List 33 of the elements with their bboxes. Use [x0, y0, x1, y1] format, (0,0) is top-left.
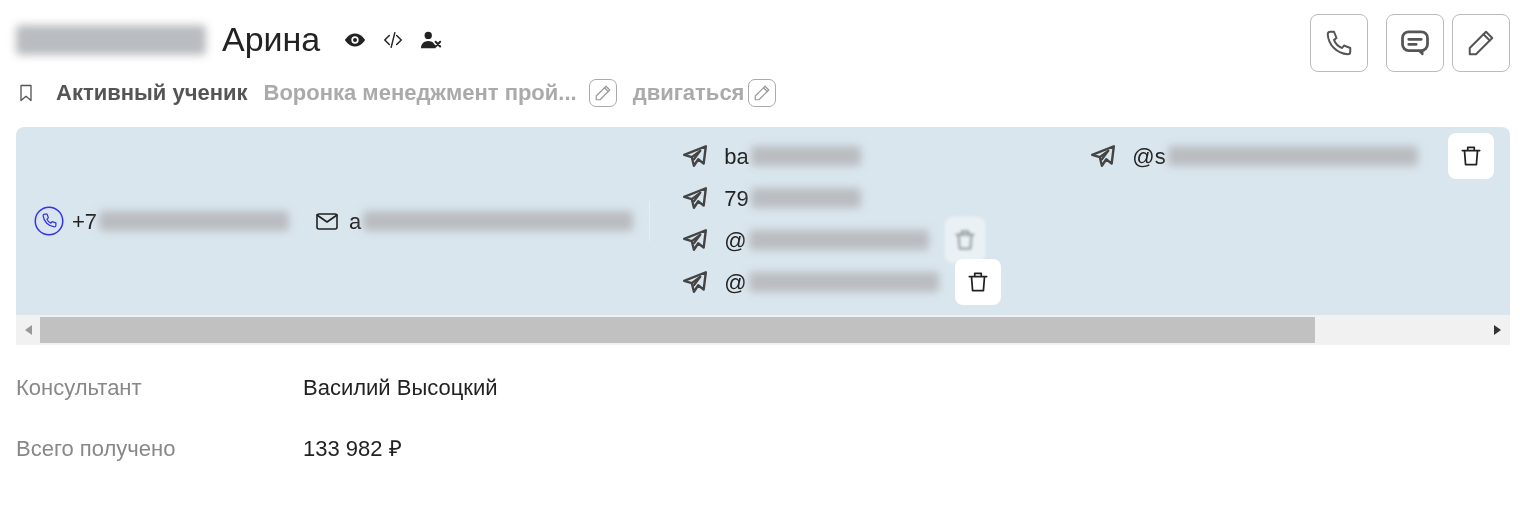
telegram-icon [682, 269, 709, 295]
funnel-label: Воронка менеджмент прой... [263, 79, 577, 107]
phone-button[interactable] [1310, 14, 1368, 72]
telegram-username: @s [1132, 142, 1166, 171]
phone-icon [1324, 28, 1354, 58]
pencil-icon [753, 83, 772, 102]
field-label: Консультант [16, 374, 143, 402]
edit-button[interactable] [1452, 14, 1510, 72]
pencil-icon [1466, 28, 1496, 58]
email-address: a [349, 207, 362, 236]
stage-label: двигаться [632, 79, 745, 107]
chat-icon [1400, 28, 1430, 58]
contact-name: Арина [222, 19, 321, 60]
phone-icon [34, 206, 64, 236]
trash-icon [1458, 143, 1484, 169]
telegram-contact: @ [724, 268, 747, 297]
field-value: Василий Высоцкий [303, 374, 498, 402]
pencil-icon [593, 83, 612, 102]
status-label: Активный ученик [56, 79, 248, 107]
chat-button[interactable] [1386, 14, 1444, 72]
delete-button[interactable] [954, 259, 1001, 305]
delete-button[interactable] [1448, 133, 1494, 179]
phone-number: +7 [72, 207, 98, 236]
telegram-contact: ba [724, 142, 749, 171]
telegram-icon [682, 227, 709, 253]
telegram-icon [682, 143, 709, 169]
telegram-icon [682, 185, 709, 211]
horizontal-scrollbar[interactable] [16, 315, 1510, 345]
field-value: 133 982 ₽ [303, 435, 402, 463]
telegram-icon [1090, 143, 1117, 169]
telegram-contact: 79 [724, 184, 749, 213]
field-label: Всего получено [16, 435, 177, 463]
telegram-contact: @ [724, 226, 747, 255]
